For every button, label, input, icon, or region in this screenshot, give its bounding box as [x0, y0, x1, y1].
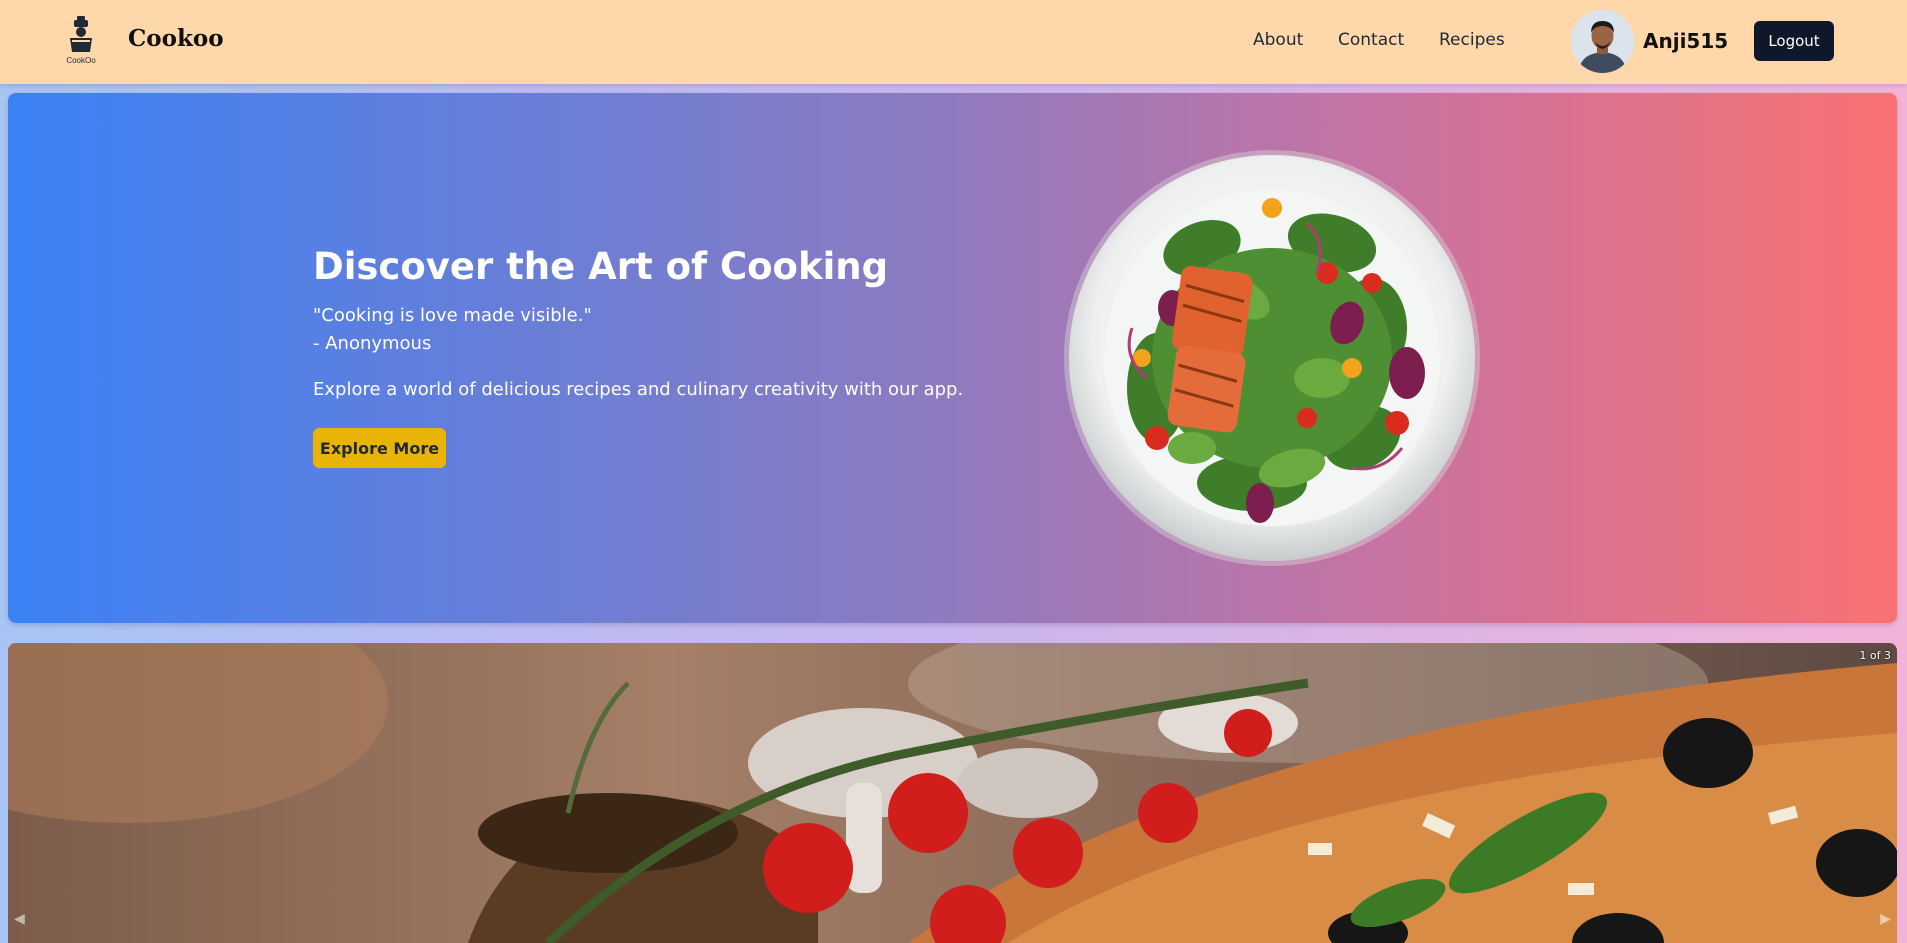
hero-quote-author: - Anonymous: [313, 333, 432, 354]
salmon-salad-plate-image: [1064, 150, 1480, 566]
hero-quote: "Cooking is love made visible.": [313, 305, 592, 326]
hero-title: Discover the Art of Cooking: [313, 245, 889, 288]
logo-text: CookOo: [66, 56, 96, 65]
pizza-closeup-image: [8, 643, 1897, 943]
nav-contact[interactable]: Contact: [1338, 30, 1404, 50]
logout-button[interactable]: Logout: [1754, 21, 1834, 61]
brand-name[interactable]: Cookoo: [128, 25, 224, 52]
navbar: CookOo Cookoo About Contact Recipes Anji…: [0, 0, 1907, 84]
user-avatar[interactable]: [1571, 10, 1634, 73]
cookoo-logo[interactable]: CookOo: [58, 16, 104, 66]
nav-about[interactable]: About: [1253, 30, 1303, 50]
food-carousel[interactable]: 1 of 3 ◀ ▶: [8, 643, 1897, 943]
arrow-left-icon[interactable]: ◀: [14, 911, 25, 927]
slide-counter: 1 of 3: [1859, 649, 1891, 662]
explore-more-button[interactable]: Explore More: [313, 428, 446, 468]
arrow-right-icon[interactable]: ▶: [1880, 911, 1891, 927]
username: Anji515: [1643, 29, 1729, 53]
hero-tagline: Explore a world of delicious recipes and…: [313, 379, 964, 400]
nav-recipes[interactable]: Recipes: [1439, 30, 1505, 50]
hero-banner: Discover the Art of Cooking "Cooking is …: [8, 93, 1897, 623]
